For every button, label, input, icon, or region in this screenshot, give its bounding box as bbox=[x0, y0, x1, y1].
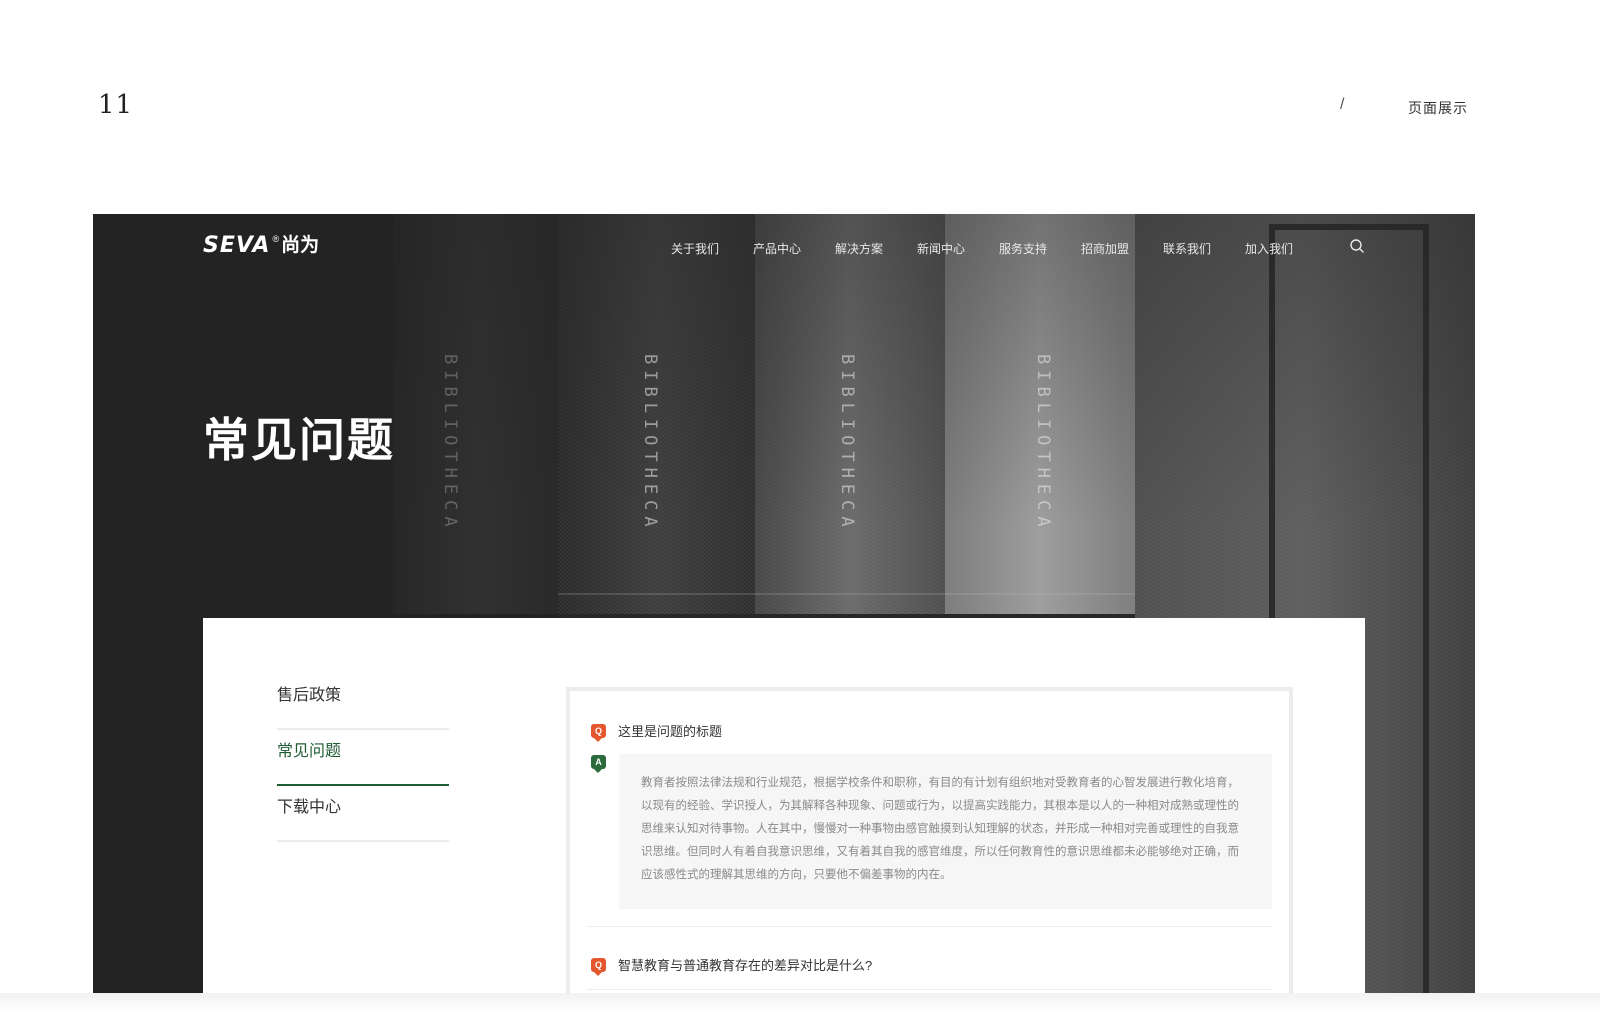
faq-answer-box: 教育者按照法律法规和行业规范，根据学校条件和职称，有目的有计划有组织地对受教育者… bbox=[619, 754, 1272, 909]
question-icon: Q bbox=[591, 957, 606, 976]
answer-icon: A bbox=[591, 755, 606, 773]
nav-item-contact[interactable]: 联系我们 bbox=[1163, 240, 1245, 257]
seva-logo[interactable]: SEVA ® 尚为 bbox=[203, 234, 319, 258]
sidebar-item-faq[interactable]: 常见问题 bbox=[277, 730, 449, 786]
slide-number: 11 bbox=[98, 90, 134, 120]
nav-item-join[interactable]: 加入我们 bbox=[1245, 240, 1327, 257]
book-spine-text: BIBLIOTHECA bbox=[837, 354, 857, 533]
book-spine-text: BIBLIOTHECA bbox=[640, 354, 660, 533]
faq-question-text: 这里是问题的标题 bbox=[618, 724, 723, 739]
nav-item-solutions[interactable]: 解决方案 bbox=[835, 240, 917, 257]
logo-latin-text: SEVA bbox=[203, 233, 271, 258]
nav-item-products[interactable]: 产品中心 bbox=[753, 240, 835, 257]
sidebar-menu: 售后政策 常见问题 下载中心 bbox=[277, 674, 449, 842]
faq-answer-text: 教育者按照法律法规和行业规范，根据学校条件和职称，有目的有计划有组织地对受教育者… bbox=[641, 777, 1239, 881]
faq-question-row[interactable]: Q 这里是问题的标题 bbox=[591, 721, 723, 742]
main-navigation: 关于我们 产品中心 解决方案 新闻中心 服务支持 招商加盟 联系我们 加入我们 bbox=[671, 240, 1327, 257]
slide-section-label: 页面展示 bbox=[1408, 100, 1468, 116]
search-icon[interactable] bbox=[1349, 238, 1365, 254]
faq-list: Q 这里是问题的标题 A 教育者按照法律法规和行业规范，根据学校条件和职称，有目… bbox=[566, 687, 1293, 993]
sidebar-item-download-center[interactable]: 下载中心 bbox=[277, 786, 449, 842]
faq-divider bbox=[587, 926, 1273, 927]
content-card: 售后政策 常见问题 下载中心 Q 这里是问题的标题 A 教育者按照法律法规和行业… bbox=[203, 618, 1365, 993]
faq-question-text: 智慧教育与普通教育存在的差异对比是什么? bbox=[618, 958, 873, 973]
book-spine-text: BIBLIOTHECA bbox=[440, 354, 460, 533]
website-mockup: SEVA ® 尚为 关于我们 产品中心 解决方案 新闻中心 服务支持 招商加盟 … bbox=[93, 214, 1475, 993]
page-title: 常见问题 bbox=[203, 414, 395, 466]
book-spine-text: BIBLIOTHECA bbox=[1033, 354, 1053, 533]
sidebar-item-after-sales-policy[interactable]: 售后政策 bbox=[277, 674, 449, 730]
faq-question-row[interactable]: Q 智慧教育与普通教育存在的差异对比是什么? bbox=[591, 955, 873, 976]
bottom-edge bbox=[0, 993, 1600, 1013]
logo-registered-mark: ® bbox=[272, 234, 280, 244]
question-icon: Q bbox=[591, 723, 606, 742]
nav-item-about[interactable]: 关于我们 bbox=[671, 240, 753, 257]
nav-item-franchise[interactable]: 招商加盟 bbox=[1081, 240, 1163, 257]
faq-divider bbox=[587, 989, 1273, 990]
logo-chinese-text: 尚为 bbox=[281, 235, 320, 256]
nav-item-news[interactable]: 新闻中心 bbox=[917, 240, 999, 257]
slide-separator: / bbox=[1340, 96, 1345, 113]
nav-item-support[interactable]: 服务支持 bbox=[999, 240, 1081, 257]
